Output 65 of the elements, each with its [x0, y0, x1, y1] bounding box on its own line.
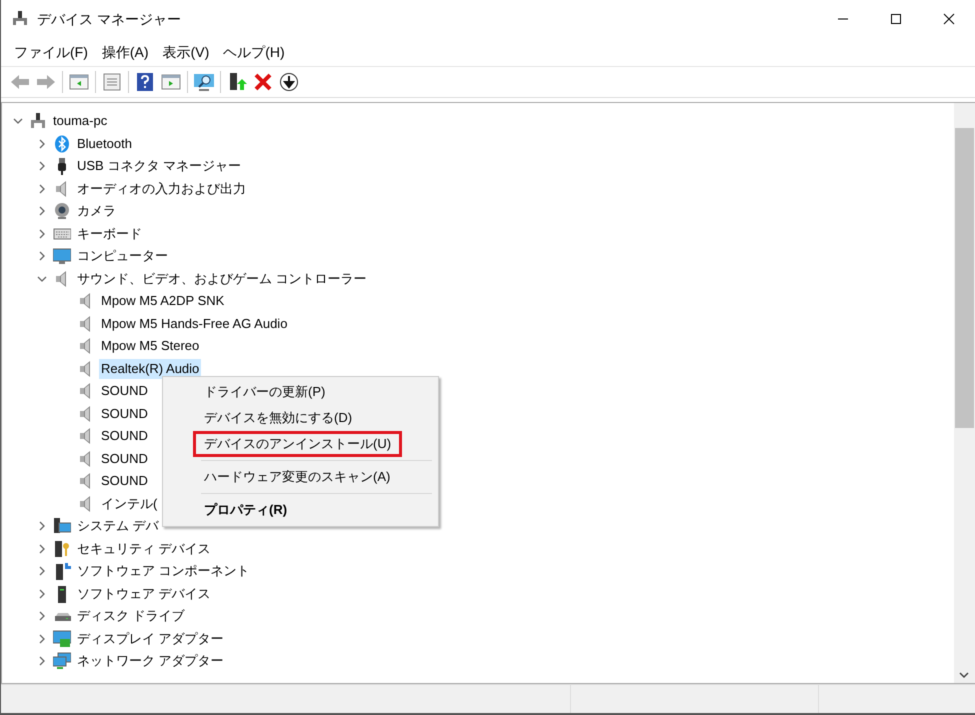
monitor-icon [53, 247, 71, 266]
menu-item[interactable]: ヘルプ(H) [216, 42, 292, 62]
expand-chevron-icon[interactable] [37, 228, 47, 239]
app-icon [11, 10, 29, 28]
menu-item[interactable]: 操作(A) [94, 42, 156, 62]
bluetooth-icon [53, 134, 71, 153]
tree-item[interactable]: Realtek(R) Audio [99, 358, 202, 379]
expand-chevron-icon[interactable] [37, 184, 47, 194]
scrollbar[interactable] [954, 103, 975, 683]
expand-chevron-icon[interactable] [37, 566, 47, 576]
tree-item[interactable]: カメラ [75, 201, 118, 222]
tree-item[interactable]: ソフトウェア デバイス [75, 584, 213, 604]
tree-item[interactable]: ソフトウェア コンポーネント [75, 561, 252, 582]
tree-item[interactable]: ディスプレイ アダプター [75, 628, 226, 649]
webcam-icon [53, 202, 71, 220]
tree-item[interactable]: システム デバ [75, 516, 161, 536]
menu-item[interactable]: 表示(V) [156, 42, 216, 62]
collapse-chevron-icon[interactable] [13, 116, 23, 126]
expand-chevron-icon[interactable] [37, 634, 47, 644]
menu-item[interactable]: ハードウェア変更のスキャン(A) [193, 464, 402, 490]
tree-item[interactable]: セキュリティ デバイス [75, 538, 213, 559]
software-component-icon [53, 562, 71, 580]
tree-item[interactable]: サウンド、ビデオ、およびゲーム コントローラー [75, 268, 369, 289]
expand-chevron-icon[interactable] [37, 138, 47, 149]
maximize-icon[interactable] [890, 13, 902, 25]
tree-item[interactable]: Bluetooth [75, 134, 134, 154]
system-devices-icon [53, 517, 71, 536]
tree-item[interactable]: キーボード [75, 224, 144, 244]
tree-item[interactable]: Mpow M5 Stereo [99, 336, 202, 356]
expand-chevron-icon[interactable] [37, 588, 47, 599]
menu-item[interactable]: ファイル(F) [7, 42, 95, 62]
tree-item[interactable]: touma-pc [51, 111, 110, 132]
expand-chevron-icon[interactable] [37, 544, 47, 554]
network-icon [53, 652, 71, 670]
menu-item[interactable]: ドライバーの更新(P) [193, 379, 336, 405]
tree-item[interactable]: SOUND [99, 426, 150, 446]
expand-chevron-icon[interactable] [37, 206, 47, 216]
display-adapter-icon [53, 630, 71, 648]
tree-item[interactable]: Mpow M5 A2DP SNK [99, 291, 226, 312]
tree-item[interactable]: SOUND [99, 381, 150, 402]
security-key-icon [53, 540, 71, 558]
tree-item[interactable]: SOUND [99, 471, 150, 492]
tree-item[interactable]: ネットワーク アダプター [75, 651, 226, 672]
computer-icon [29, 112, 47, 130]
expand-chevron-icon[interactable] [37, 251, 47, 262]
scroll-down-icon[interactable] [959, 672, 969, 679]
scroll-thumb[interactable] [955, 128, 974, 428]
tree-item[interactable]: Mpow M5 Hands-Free AG Audio [99, 314, 290, 334]
expand-chevron-icon[interactable] [37, 161, 47, 172]
expand-chevron-icon[interactable] [37, 611, 47, 622]
tree-item[interactable]: インテル( [99, 494, 160, 514]
menu-item[interactable]: デバイスのアンインストール(U) [193, 431, 402, 457]
window-title: デバイス マネージャー [37, 10, 181, 28]
tree-item[interactable]: SOUND [99, 404, 150, 424]
close-icon[interactable] [942, 13, 954, 25]
tree-item[interactable]: ディスク ドライブ [75, 606, 187, 626]
tree-item[interactable]: コンピューター [75, 246, 170, 266]
tree-item[interactable]: SOUND [99, 448, 150, 469]
menu-item[interactable]: プロパティ(R) [193, 497, 298, 523]
expand-chevron-icon[interactable] [37, 656, 47, 666]
expand-chevron-icon[interactable] [37, 521, 47, 532]
tree-item[interactable]: USB コネクタ マネージャー [75, 156, 243, 176]
menu-item[interactable]: デバイスを無効にする(D) [193, 405, 364, 431]
collapse-chevron-icon[interactable] [37, 274, 47, 284]
tree-item[interactable]: オーディオの入力および出力 [75, 178, 248, 199]
